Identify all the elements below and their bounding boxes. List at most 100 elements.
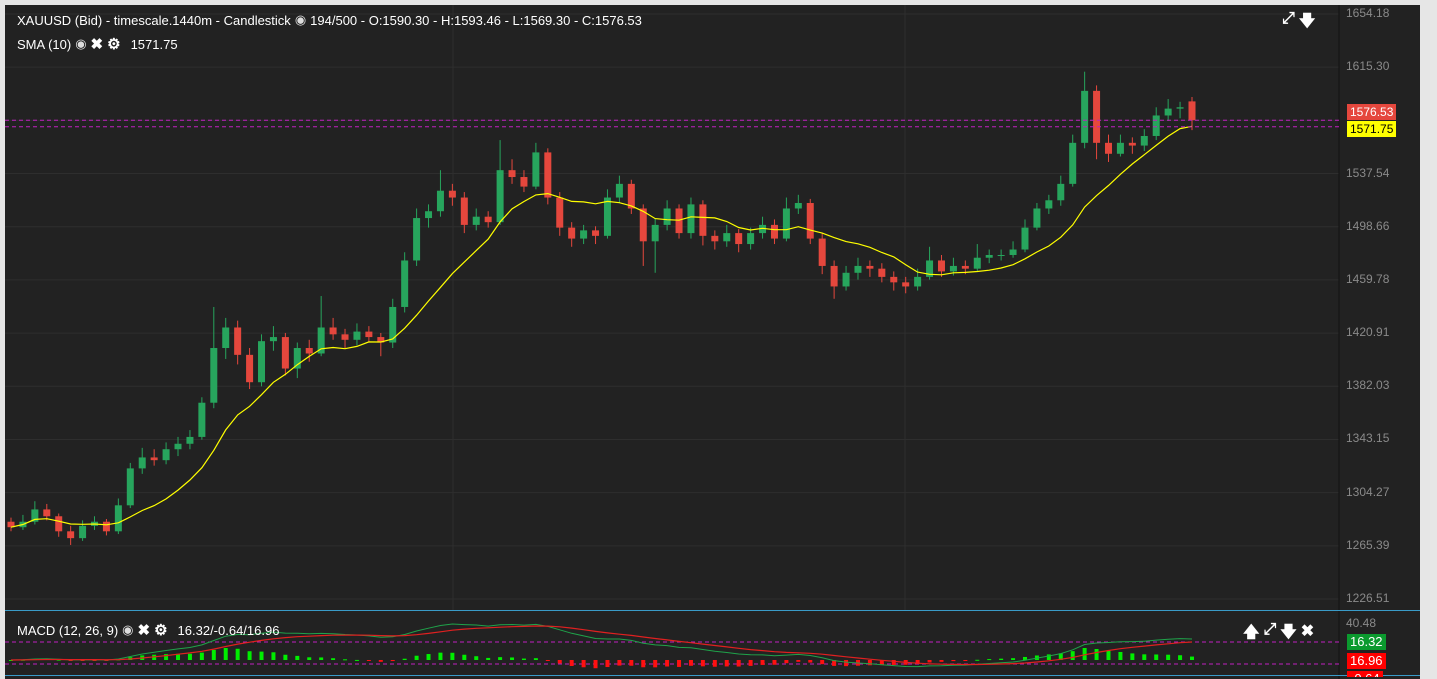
candle bbox=[914, 276, 922, 287]
macd-histogram-bar bbox=[474, 656, 479, 660]
macd-histogram-bar bbox=[199, 652, 204, 660]
candle bbox=[1152, 115, 1160, 136]
candle bbox=[878, 268, 886, 277]
macd-histogram-bar bbox=[486, 657, 491, 660]
macd-histogram-bar bbox=[581, 660, 586, 668]
candle bbox=[1188, 101, 1196, 121]
maximize-icon[interactable]: ⤢ bbox=[1263, 621, 1276, 648]
candle bbox=[1176, 107, 1184, 109]
close-icon[interactable]: ✖ bbox=[138, 623, 151, 638]
gear-icon[interactable]: ⚙ bbox=[154, 623, 167, 638]
gear-icon[interactable]: ⚙ bbox=[107, 37, 120, 52]
candle bbox=[615, 183, 623, 198]
macd-histogram-bar bbox=[927, 660, 932, 663]
candle bbox=[43, 509, 51, 517]
y-tick-label: 1615.30 bbox=[1346, 59, 1390, 74]
macd-histogram-bar bbox=[414, 655, 419, 660]
candle bbox=[556, 197, 564, 228]
candle bbox=[258, 341, 266, 383]
candle bbox=[651, 224, 659, 242]
macd-histogram-bar bbox=[939, 660, 944, 662]
macd-histogram-bar bbox=[545, 660, 550, 661]
close-icon[interactable]: ✖ bbox=[91, 37, 104, 52]
y-tick-label: 1382.03 bbox=[1346, 378, 1390, 393]
candle bbox=[425, 211, 433, 219]
candle bbox=[580, 230, 588, 239]
signal-badge: 16.96 bbox=[1347, 653, 1386, 669]
macd-histogram-bar bbox=[187, 653, 192, 660]
macd-histogram-bar bbox=[426, 654, 431, 660]
macd-histogram-bar bbox=[390, 660, 395, 662]
macd-label: MACD (12, 26, 9) bbox=[17, 622, 119, 638]
macd-histogram-bar bbox=[259, 651, 264, 660]
candle bbox=[687, 204, 695, 234]
candle bbox=[305, 348, 313, 354]
candle bbox=[1164, 108, 1172, 116]
candle bbox=[603, 197, 611, 236]
y-tick-label: 1459.78 bbox=[1346, 271, 1390, 286]
macd-histogram-bar bbox=[1070, 651, 1075, 660]
macd-histogram-bar bbox=[629, 660, 634, 666]
arrow-down-icon[interactable]: 🡇 bbox=[1299, 10, 1315, 37]
macd-histogram-bar bbox=[1106, 650, 1111, 660]
eye-icon[interactable]: ◉ bbox=[75, 36, 86, 52]
macd-axis-top: 40.48 bbox=[1346, 616, 1377, 630]
maximize-icon[interactable]: ⤢ bbox=[1282, 10, 1295, 37]
candle bbox=[770, 224, 778, 239]
macd-histogram-bar bbox=[319, 657, 324, 660]
candle bbox=[401, 260, 409, 307]
chart-background bbox=[5, 5, 1420, 679]
macd-histogram-bar bbox=[760, 660, 765, 665]
y-tick-label: 1654.18 bbox=[1346, 6, 1390, 20]
candle bbox=[114, 505, 122, 532]
y-tick-label: 1265.39 bbox=[1346, 537, 1390, 552]
candle bbox=[1081, 90, 1089, 143]
macd-histogram-bar bbox=[605, 660, 610, 668]
macd-histogram-bar bbox=[999, 658, 1004, 660]
y-tick-label: 1304.27 bbox=[1346, 484, 1390, 499]
macd-histogram-bar bbox=[784, 660, 789, 664]
macd-histogram-bar bbox=[1118, 651, 1123, 660]
candle bbox=[1033, 208, 1041, 228]
macd-histogram-bar bbox=[569, 660, 574, 666]
candle bbox=[472, 216, 480, 225]
macd-histogram-bar bbox=[641, 660, 646, 668]
macd-histogram-bar bbox=[438, 652, 443, 660]
candle bbox=[723, 233, 731, 242]
macd-pane-tools: 🡅 ⤢ 🡇 ✖ bbox=[1243, 621, 1314, 648]
macd-histogram-bar bbox=[951, 660, 956, 662]
arrow-down-icon[interactable]: 🡇 bbox=[1280, 621, 1296, 648]
candle bbox=[711, 235, 719, 242]
candle bbox=[949, 265, 957, 272]
macd-histogram-bar bbox=[1166, 654, 1171, 660]
eye-icon[interactable]: ◉ bbox=[295, 12, 306, 28]
chart-title-bar: XAUUSD (Bid) - timescale.1440m - Candles… bbox=[17, 12, 642, 28]
candle bbox=[866, 265, 874, 269]
macd-histogram-bar bbox=[1011, 658, 1016, 660]
candle bbox=[1116, 142, 1124, 154]
candle bbox=[520, 177, 528, 187]
candle bbox=[985, 254, 993, 258]
macd-histogram-bar bbox=[688, 660, 693, 666]
macd-histogram-bar bbox=[402, 658, 407, 660]
candle bbox=[818, 238, 826, 266]
macd-histogram-bar bbox=[343, 659, 348, 661]
candle bbox=[842, 272, 850, 287]
macd-histogram-bar bbox=[677, 660, 682, 667]
macd-histogram-bar bbox=[820, 660, 825, 665]
price-chart[interactable] bbox=[0, 0, 1437, 679]
macd-histogram-bar bbox=[867, 660, 872, 666]
close-icon[interactable]: ✖ bbox=[1301, 621, 1314, 648]
candle bbox=[365, 331, 373, 338]
sma-price-badge: 1571.75 bbox=[1347, 121, 1397, 137]
candle bbox=[436, 190, 444, 212]
candle bbox=[210, 348, 218, 403]
y-tick-label: 1498.66 bbox=[1346, 218, 1390, 233]
eye-icon[interactable]: ◉ bbox=[122, 622, 133, 638]
macd-histogram-bar bbox=[617, 660, 622, 666]
macd-histogram-bar bbox=[1130, 653, 1135, 660]
macd-histogram-bar bbox=[808, 660, 813, 663]
macd-histogram-bar bbox=[975, 659, 980, 661]
candle bbox=[735, 233, 743, 245]
arrow-up-icon[interactable]: 🡅 bbox=[1243, 621, 1259, 648]
